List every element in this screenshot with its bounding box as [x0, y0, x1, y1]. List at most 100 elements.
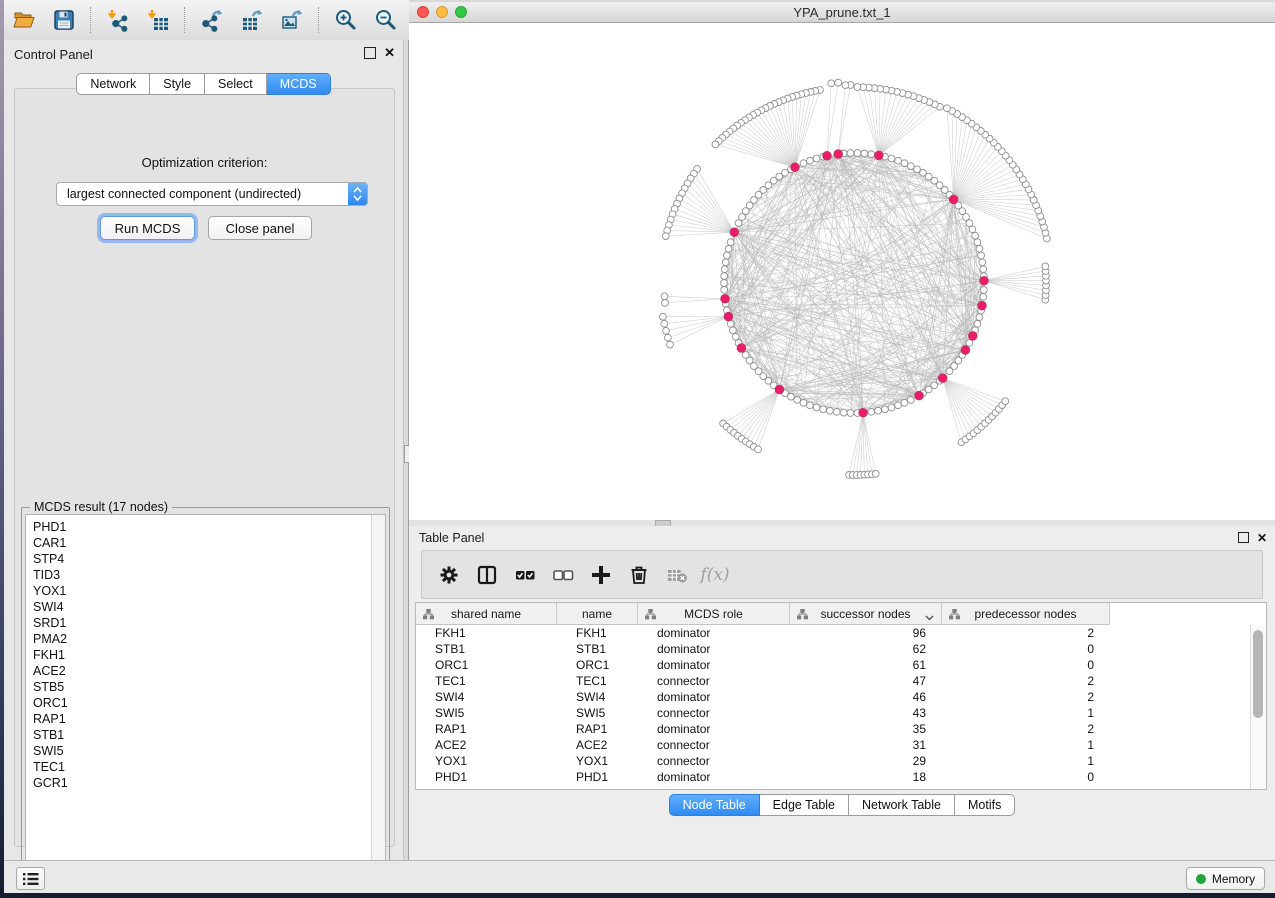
mcds-result-item[interactable]: SWI4 — [26, 599, 385, 615]
network-node[interactable] — [901, 160, 908, 167]
import-network-icon[interactable] — [103, 5, 133, 35]
network-node[interactable] — [732, 333, 739, 340]
network-node[interactable] — [976, 314, 983, 321]
mcds-result-item[interactable]: ACE2 — [26, 663, 385, 679]
dominator-node[interactable] — [961, 346, 970, 355]
table-row[interactable]: SWI4SWI4dominator462 — [416, 689, 1251, 705]
network-node[interactable] — [833, 408, 840, 415]
column-header-shared-name[interactable]: shared name — [416, 603, 557, 625]
dominator-node[interactable] — [980, 276, 989, 285]
dominator-node[interactable] — [775, 385, 784, 394]
network-node[interactable] — [875, 407, 882, 414]
float-table-panel-icon[interactable] — [1238, 532, 1249, 543]
network-node[interactable] — [907, 163, 914, 170]
network-node[interactable] — [979, 259, 986, 266]
table-row[interactable]: FKH1FKH1dominator962 — [416, 625, 1251, 641]
network-node[interactable] — [721, 266, 728, 273]
dominator-node[interactable] — [915, 391, 924, 400]
network-node[interactable] — [861, 150, 868, 157]
network-node[interactable] — [974, 320, 981, 327]
leaf-node[interactable] — [854, 84, 861, 91]
network-node[interactable] — [980, 287, 987, 294]
network-node[interactable] — [895, 402, 902, 409]
show-columns-icon[interactable] — [470, 558, 504, 592]
network-titlebar[interactable]: YPA_prune.txt_1 — [409, 2, 1275, 23]
zoom-out-icon[interactable] — [371, 5, 401, 35]
network-view[interactable] — [409, 23, 1275, 520]
network-node[interactable] — [794, 397, 801, 404]
mcds-result-item[interactable]: RAP1 — [26, 711, 385, 727]
leaf-node[interactable] — [662, 300, 669, 307]
network-node[interactable] — [840, 409, 847, 416]
import-table-icon[interactable] — [143, 5, 173, 35]
column-header-predecessor-nodes[interactable]: predecessor nodes — [942, 603, 1110, 625]
network-node[interactable] — [972, 232, 979, 239]
table-row[interactable]: PHD1PHD1dominator180 — [416, 769, 1251, 785]
leaf-node[interactable] — [828, 80, 835, 87]
network-node[interactable] — [813, 155, 820, 162]
table-row[interactable]: SWI5SWI5connector431 — [416, 705, 1251, 721]
mcds-result-item[interactable]: TEC1 — [26, 759, 385, 775]
column-header-name[interactable]: name — [557, 603, 638, 625]
leaf-node[interactable] — [665, 334, 672, 341]
network-node[interactable] — [807, 402, 814, 409]
network-node[interactable] — [976, 245, 983, 252]
tab-network-table[interactable]: Network Table — [849, 794, 955, 816]
network-node[interactable] — [725, 245, 732, 252]
table-settings-gear-icon[interactable] — [432, 558, 466, 592]
tab-mcds[interactable]: MCDS — [267, 73, 331, 95]
tab-motifs[interactable]: Motifs — [955, 794, 1015, 816]
memory-button[interactable]: Memory — [1186, 867, 1265, 890]
close-panel-button[interactable]: Close panel — [208, 216, 312, 240]
add-column-icon[interactable] — [584, 558, 618, 592]
column-header-MCDS-role[interactable]: MCDS role — [638, 603, 790, 625]
network-node[interactable] — [807, 157, 814, 164]
dominator-node[interactable] — [721, 295, 730, 304]
dominator-node[interactable] — [949, 195, 958, 204]
tab-network[interactable]: Network — [76, 73, 150, 95]
table-scrollbar-thumb[interactable] — [1253, 630, 1263, 718]
mcds-result-item[interactable]: YOX1 — [26, 583, 385, 599]
network-node[interactable] — [800, 160, 807, 167]
dominator-node[interactable] — [823, 152, 832, 161]
task-history-button[interactable] — [16, 867, 45, 890]
mcds-result-item[interactable]: PHD1 — [26, 519, 385, 535]
select-all-rows-icon[interactable] — [508, 558, 542, 592]
dominator-node[interactable] — [978, 301, 987, 310]
table-row[interactable]: ORC1ORC1dominator610 — [416, 657, 1251, 673]
zoom-in-icon[interactable] — [331, 5, 361, 35]
network-node[interactable] — [969, 226, 976, 233]
table-row[interactable]: YOX1YOX1connector291 — [416, 753, 1251, 769]
dominator-node[interactable] — [724, 312, 733, 321]
tab-node-table[interactable]: Node Table — [669, 794, 760, 816]
dominator-node[interactable] — [791, 163, 800, 172]
dominator-node[interactable] — [730, 228, 739, 237]
table-row[interactable]: RAP1RAP1dominator352 — [416, 721, 1251, 737]
column-header-successor-nodes[interactable]: successor nodes — [790, 603, 942, 625]
network-node[interactable] — [730, 327, 737, 334]
mcds-result-item[interactable]: ORC1 — [26, 695, 385, 711]
close-panel-icon[interactable]: ✕ — [384, 48, 395, 58]
network-node[interactable] — [800, 399, 807, 406]
network-node[interactable] — [914, 166, 921, 173]
close-table-panel-icon[interactable]: ✕ — [1257, 533, 1267, 543]
mcds-result-item[interactable]: SRD1 — [26, 615, 385, 631]
network-node[interactable] — [868, 151, 875, 158]
network-node[interactable] — [739, 214, 746, 221]
leaf-node[interactable] — [667, 341, 674, 348]
table-row[interactable]: TEC1TEC1connector472 — [416, 673, 1251, 689]
mcds-result-item[interactable]: CAR1 — [26, 535, 385, 551]
open-session-icon[interactable] — [9, 5, 39, 35]
network-node[interactable] — [966, 220, 973, 227]
leaf-node[interactable] — [872, 470, 879, 477]
export-image-icon[interactable] — [277, 5, 307, 35]
leaf-node[interactable] — [944, 105, 951, 112]
network-node[interactable] — [721, 280, 728, 287]
network-node[interactable] — [820, 406, 827, 413]
export-network-icon[interactable] — [197, 5, 227, 35]
mcds-result-item[interactable]: FKH1 — [26, 647, 385, 663]
network-node[interactable] — [868, 408, 875, 415]
table-scrollbar[interactable] — [1250, 625, 1266, 789]
network-node[interactable] — [882, 406, 889, 413]
result-list-scrollbar[interactable] — [371, 515, 385, 876]
